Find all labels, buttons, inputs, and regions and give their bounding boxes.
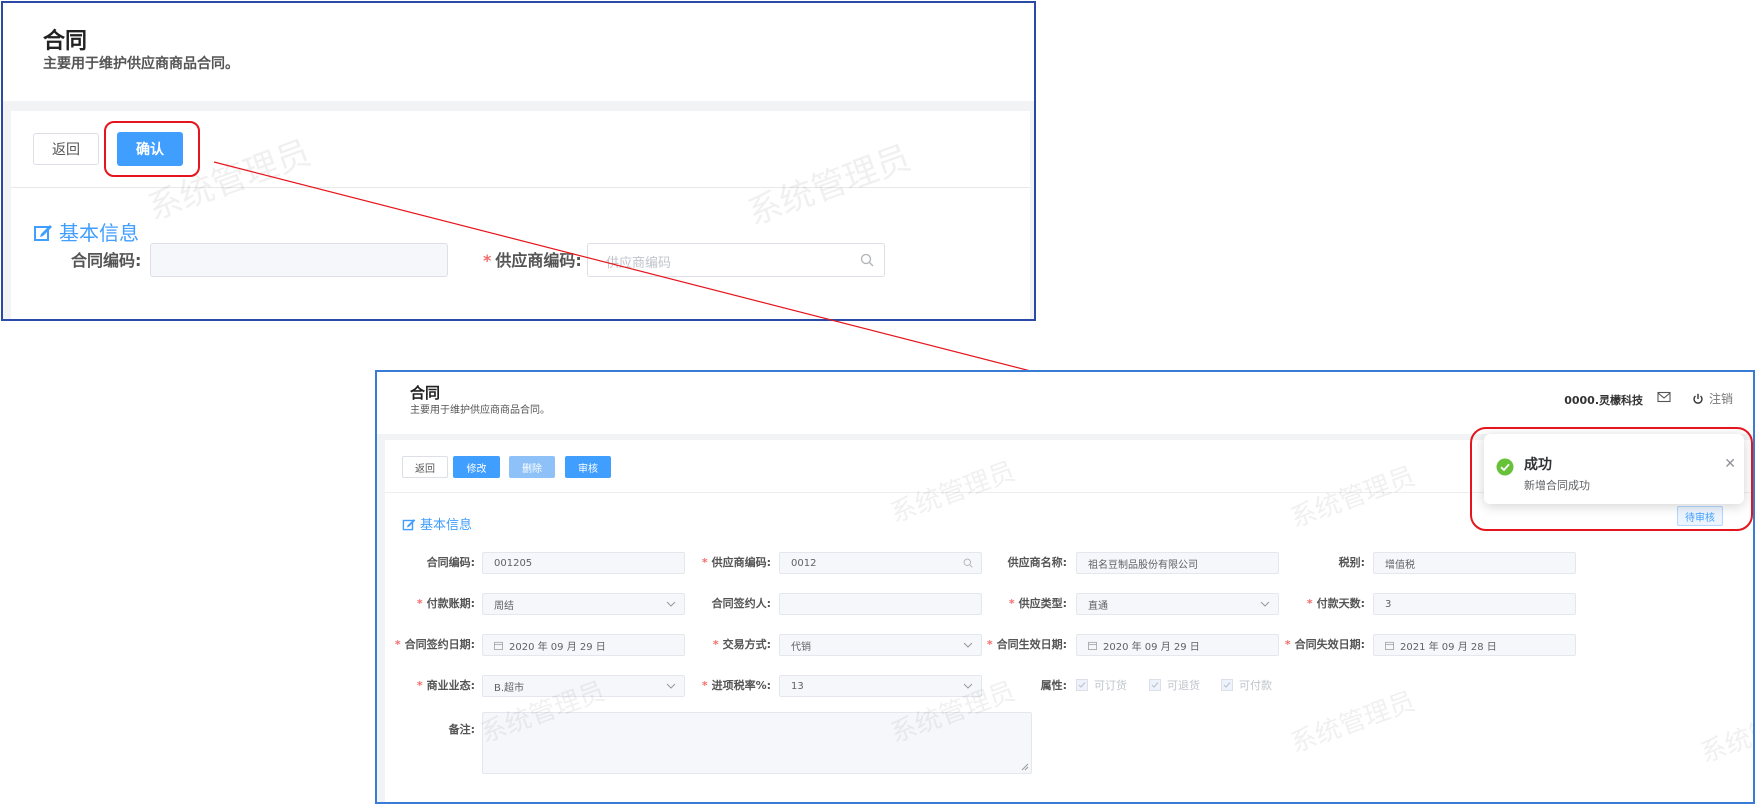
resize-handle-icon[interactable]: [1021, 763, 1029, 771]
back-button[interactable]: 返回: [402, 456, 448, 478]
sign-date-value: 2020 年 09 月 29 日: [509, 641, 606, 653]
payment-days-field[interactable]: 3: [1373, 593, 1576, 615]
mail-icon[interactable]: [1657, 391, 1671, 403]
check-icon: [1149, 679, 1161, 691]
business-format-value: B.超市: [494, 682, 525, 694]
input-tax-rate-value: 13: [791, 680, 804, 692]
logout-label: 注销: [1708, 392, 1733, 406]
supply-type-value: 直通: [1088, 600, 1108, 612]
tax-type-field[interactable]: 增值税: [1373, 552, 1576, 574]
page-title: 合同: [410, 384, 441, 402]
org-name: 0000.灵檬科技: [1564, 394, 1643, 407]
delete-button[interactable]: 删除: [509, 456, 555, 478]
section-title: 基本信息: [420, 518, 473, 533]
logout-button[interactable]: 注销: [1692, 390, 1733, 407]
supply-type-label: * 供应类型:: [1008, 597, 1067, 610]
attr-orderable-checkbox[interactable]: 可订货: [1076, 677, 1127, 693]
signer-label: 合同签约人:: [711, 597, 771, 610]
calendar-icon: [1385, 641, 1394, 650]
trade-mode-value: 代销: [791, 641, 811, 653]
check-icon: [1076, 679, 1088, 691]
power-icon: [1693, 393, 1703, 404]
payment-days-label: * 付款天数:: [1306, 597, 1365, 610]
expire-date-picker[interactable]: 2021 年 09 月 28 日: [1373, 634, 1576, 656]
remark-textarea[interactable]: [482, 712, 1032, 774]
supplier-code-value: 0012: [791, 557, 817, 569]
page-subtitle: 主要用于维护供应商商品合同。: [410, 405, 550, 416]
calendar-icon: [1088, 641, 1097, 650]
effective-date-label: * 合同生效日期:: [986, 638, 1067, 651]
supplier-code-label: * 供应商编码:: [701, 556, 771, 569]
audit-button[interactable]: 审核: [565, 456, 611, 478]
expire-date-value: 2021 年 09 月 28 日: [1400, 641, 1497, 653]
input-tax-rate-label: * 进项税率%:: [701, 679, 771, 692]
sign-date-label: * 合同签约日期:: [394, 638, 475, 651]
edit-button[interactable]: 修改: [453, 456, 500, 478]
section-basic-info: 基本信息: [402, 514, 472, 533]
attr-payable-checkbox[interactable]: 可付款: [1221, 677, 1272, 693]
attr-returnable-checkbox[interactable]: 可退货: [1149, 677, 1200, 693]
expire-date-label: * 合同失效日期:: [1284, 638, 1365, 651]
attributes-label: 属性:: [1040, 679, 1067, 692]
edit-icon: [402, 518, 416, 530]
supplier-name-label: 供应商名称:: [1007, 556, 1067, 569]
payment-period-label: * 付款账期:: [416, 597, 475, 610]
attr-label: 可退货: [1167, 679, 1200, 692]
contract-code-label: 合同编码:: [426, 556, 475, 569]
effective-date-value: 2020 年 09 月 29 日: [1103, 641, 1200, 653]
calendar-icon: [494, 641, 503, 650]
remark-label: 备注:: [448, 723, 475, 736]
business-format-label: * 商业业态:: [416, 679, 475, 692]
check-icon: [1221, 679, 1233, 691]
notification-highlight-box: [1470, 427, 1753, 531]
tax-type-label: 税别:: [1338, 556, 1365, 569]
page-header: 合同 主要用于维护供应商商品合同。 0000.灵檬科技 注销: [377, 372, 1753, 434]
trade-mode-label: * 交易方式:: [712, 638, 771, 651]
payment-period-value: 周结: [494, 600, 514, 612]
attr-label: 可订货: [1094, 679, 1127, 692]
attr-label: 可付款: [1239, 679, 1272, 692]
